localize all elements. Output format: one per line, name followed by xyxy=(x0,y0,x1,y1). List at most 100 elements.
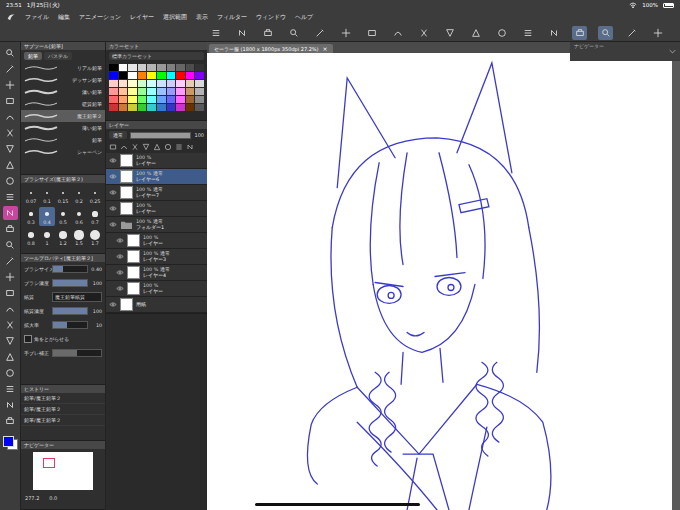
property-value[interactable]: 0.40 xyxy=(90,267,102,272)
color-swatch[interactable] xyxy=(128,104,137,111)
layer-row[interactable]: 100 % 通常フォルダー1 xyxy=(106,217,207,233)
brush-size-option[interactable]: 0.15 xyxy=(55,186,71,205)
toolbar-button[interactable] xyxy=(494,26,509,40)
color-swatch[interactable] xyxy=(195,96,204,103)
toolbar-button[interactable] xyxy=(208,26,223,40)
brush-size-option[interactable]: 0.6 xyxy=(71,207,87,226)
color-swatch[interactable] xyxy=(138,64,147,71)
color-swatch[interactable] xyxy=(128,72,137,79)
app-logo-icon[interactable] xyxy=(6,12,16,22)
color-swatch[interactable] xyxy=(195,80,204,87)
property-meter[interactable] xyxy=(52,349,102,357)
brush-size-option[interactable]: 1.7 xyxy=(87,228,103,247)
history-item[interactable]: 鉛筆/魔王鉛筆２ xyxy=(21,415,105,426)
color-swatch[interactable] xyxy=(167,64,176,71)
menu-item[interactable]: 表示 xyxy=(196,13,208,22)
color-indicator[interactable] xyxy=(3,436,18,450)
brush-item[interactable]: 魔王鉛筆２ xyxy=(21,110,105,122)
layer-tool-icon[interactable] xyxy=(164,143,172,151)
color-swatch[interactable] xyxy=(167,72,176,79)
toolbar-button[interactable] xyxy=(546,26,561,40)
color-swatch[interactable] xyxy=(167,104,176,111)
color-swatch[interactable] xyxy=(186,72,195,79)
tool-button[interactable] xyxy=(3,382,18,396)
tool-button[interactable] xyxy=(3,238,18,252)
color-swatch[interactable] xyxy=(167,88,176,95)
property-slider[interactable] xyxy=(52,321,88,329)
brush-size-option[interactable]: 0.07 xyxy=(23,186,39,205)
color-swatch[interactable] xyxy=(109,72,118,79)
brush-item[interactable]: 薄い鉛筆 xyxy=(21,122,105,134)
color-swatch[interactable] xyxy=(109,96,118,103)
tool-button[interactable] xyxy=(3,414,18,428)
color-swatch[interactable] xyxy=(119,88,128,95)
color-swatch[interactable] xyxy=(119,64,128,71)
toolbar-button[interactable] xyxy=(364,26,379,40)
color-swatch[interactable] xyxy=(119,72,128,79)
subtool-tab[interactable]: パステル xyxy=(44,52,72,60)
brush-size-option[interactable]: 0.5 xyxy=(55,207,71,226)
property-checkbox[interactable] xyxy=(24,335,32,343)
eye-icon[interactable] xyxy=(116,269,124,276)
blend-mode-select[interactable]: 通常 xyxy=(109,131,127,139)
toolbar-button[interactable] xyxy=(312,26,327,40)
tool-button[interactable] xyxy=(3,78,18,92)
toolbar-button[interactable] xyxy=(338,26,353,40)
toolbar-button[interactable] xyxy=(650,26,665,40)
color-swatch[interactable] xyxy=(138,88,147,95)
brush-size-option[interactable]: 0.7 xyxy=(87,207,103,226)
eye-icon[interactable] xyxy=(109,157,117,164)
brush-size-option[interactable]: 1 xyxy=(39,228,55,247)
color-swatch[interactable] xyxy=(147,96,156,103)
color-swatch[interactable] xyxy=(138,96,147,103)
brush-size-option[interactable]: 0.1 xyxy=(39,186,55,205)
brush-size-option[interactable]: 0.2 xyxy=(71,186,87,205)
tool-button[interactable] xyxy=(3,286,18,300)
brush-size-option[interactable]: 0.3 xyxy=(23,207,39,226)
menu-item[interactable]: ウィンドウ xyxy=(256,13,286,22)
menu-item[interactable]: フィルター xyxy=(217,13,247,22)
property-slider[interactable] xyxy=(52,279,88,287)
layer-row[interactable]: 100 % レイヤー xyxy=(106,281,207,297)
tool-button[interactable] xyxy=(3,158,18,172)
tool-button[interactable] xyxy=(3,398,18,412)
brush-size-option[interactable]: 0.4 xyxy=(39,207,55,226)
color-swatch[interactable] xyxy=(186,88,195,95)
color-swatch[interactable] xyxy=(167,80,176,87)
color-swatch[interactable] xyxy=(157,96,166,103)
color-swatch[interactable] xyxy=(157,88,166,95)
layer-row[interactable]: 100 % 通常レイヤー4 xyxy=(106,265,207,281)
layer-tool-icon[interactable] xyxy=(186,143,194,151)
color-swatch[interactable] xyxy=(138,72,147,79)
color-swatch[interactable] xyxy=(147,80,156,87)
tool-button[interactable] xyxy=(3,190,18,204)
color-swatch[interactable] xyxy=(176,64,185,71)
tool-button[interactable] xyxy=(3,270,18,284)
tool-button[interactable] xyxy=(3,110,18,124)
tool-button[interactable] xyxy=(3,366,18,380)
eye-icon[interactable] xyxy=(109,221,117,228)
color-swatch[interactable] xyxy=(176,88,185,95)
layer-row[interactable]: 100 % 通常レイヤー7 xyxy=(106,185,207,201)
toolbar-button[interactable] xyxy=(260,26,275,40)
color-swatch[interactable] xyxy=(109,88,118,95)
tool-button[interactable] xyxy=(3,94,18,108)
canvas[interactable] xyxy=(207,53,672,510)
menu-item[interactable]: ヘルプ xyxy=(295,13,313,22)
eye-icon[interactable] xyxy=(109,301,117,308)
toolbar-button[interactable] xyxy=(234,26,249,40)
opacity-slider[interactable] xyxy=(130,132,191,139)
color-swatch[interactable] xyxy=(147,104,156,111)
property-slider[interactable] xyxy=(52,307,88,315)
toolbar-button[interactable] xyxy=(468,26,483,40)
menu-item[interactable]: ファイル xyxy=(25,13,49,22)
tool-button[interactable] xyxy=(3,46,18,60)
color-swatch[interactable] xyxy=(128,64,137,71)
brush-item[interactable]: リアル鉛筆 xyxy=(21,62,105,74)
color-swatch[interactable] xyxy=(176,80,185,87)
tool-button[interactable] xyxy=(3,254,18,268)
tool-button[interactable] xyxy=(3,174,18,188)
color-set-select[interactable]: 標準カラーセット xyxy=(109,52,204,60)
brush-item[interactable]: デッサン鉛筆 xyxy=(21,74,105,86)
color-swatch[interactable] xyxy=(195,64,204,71)
